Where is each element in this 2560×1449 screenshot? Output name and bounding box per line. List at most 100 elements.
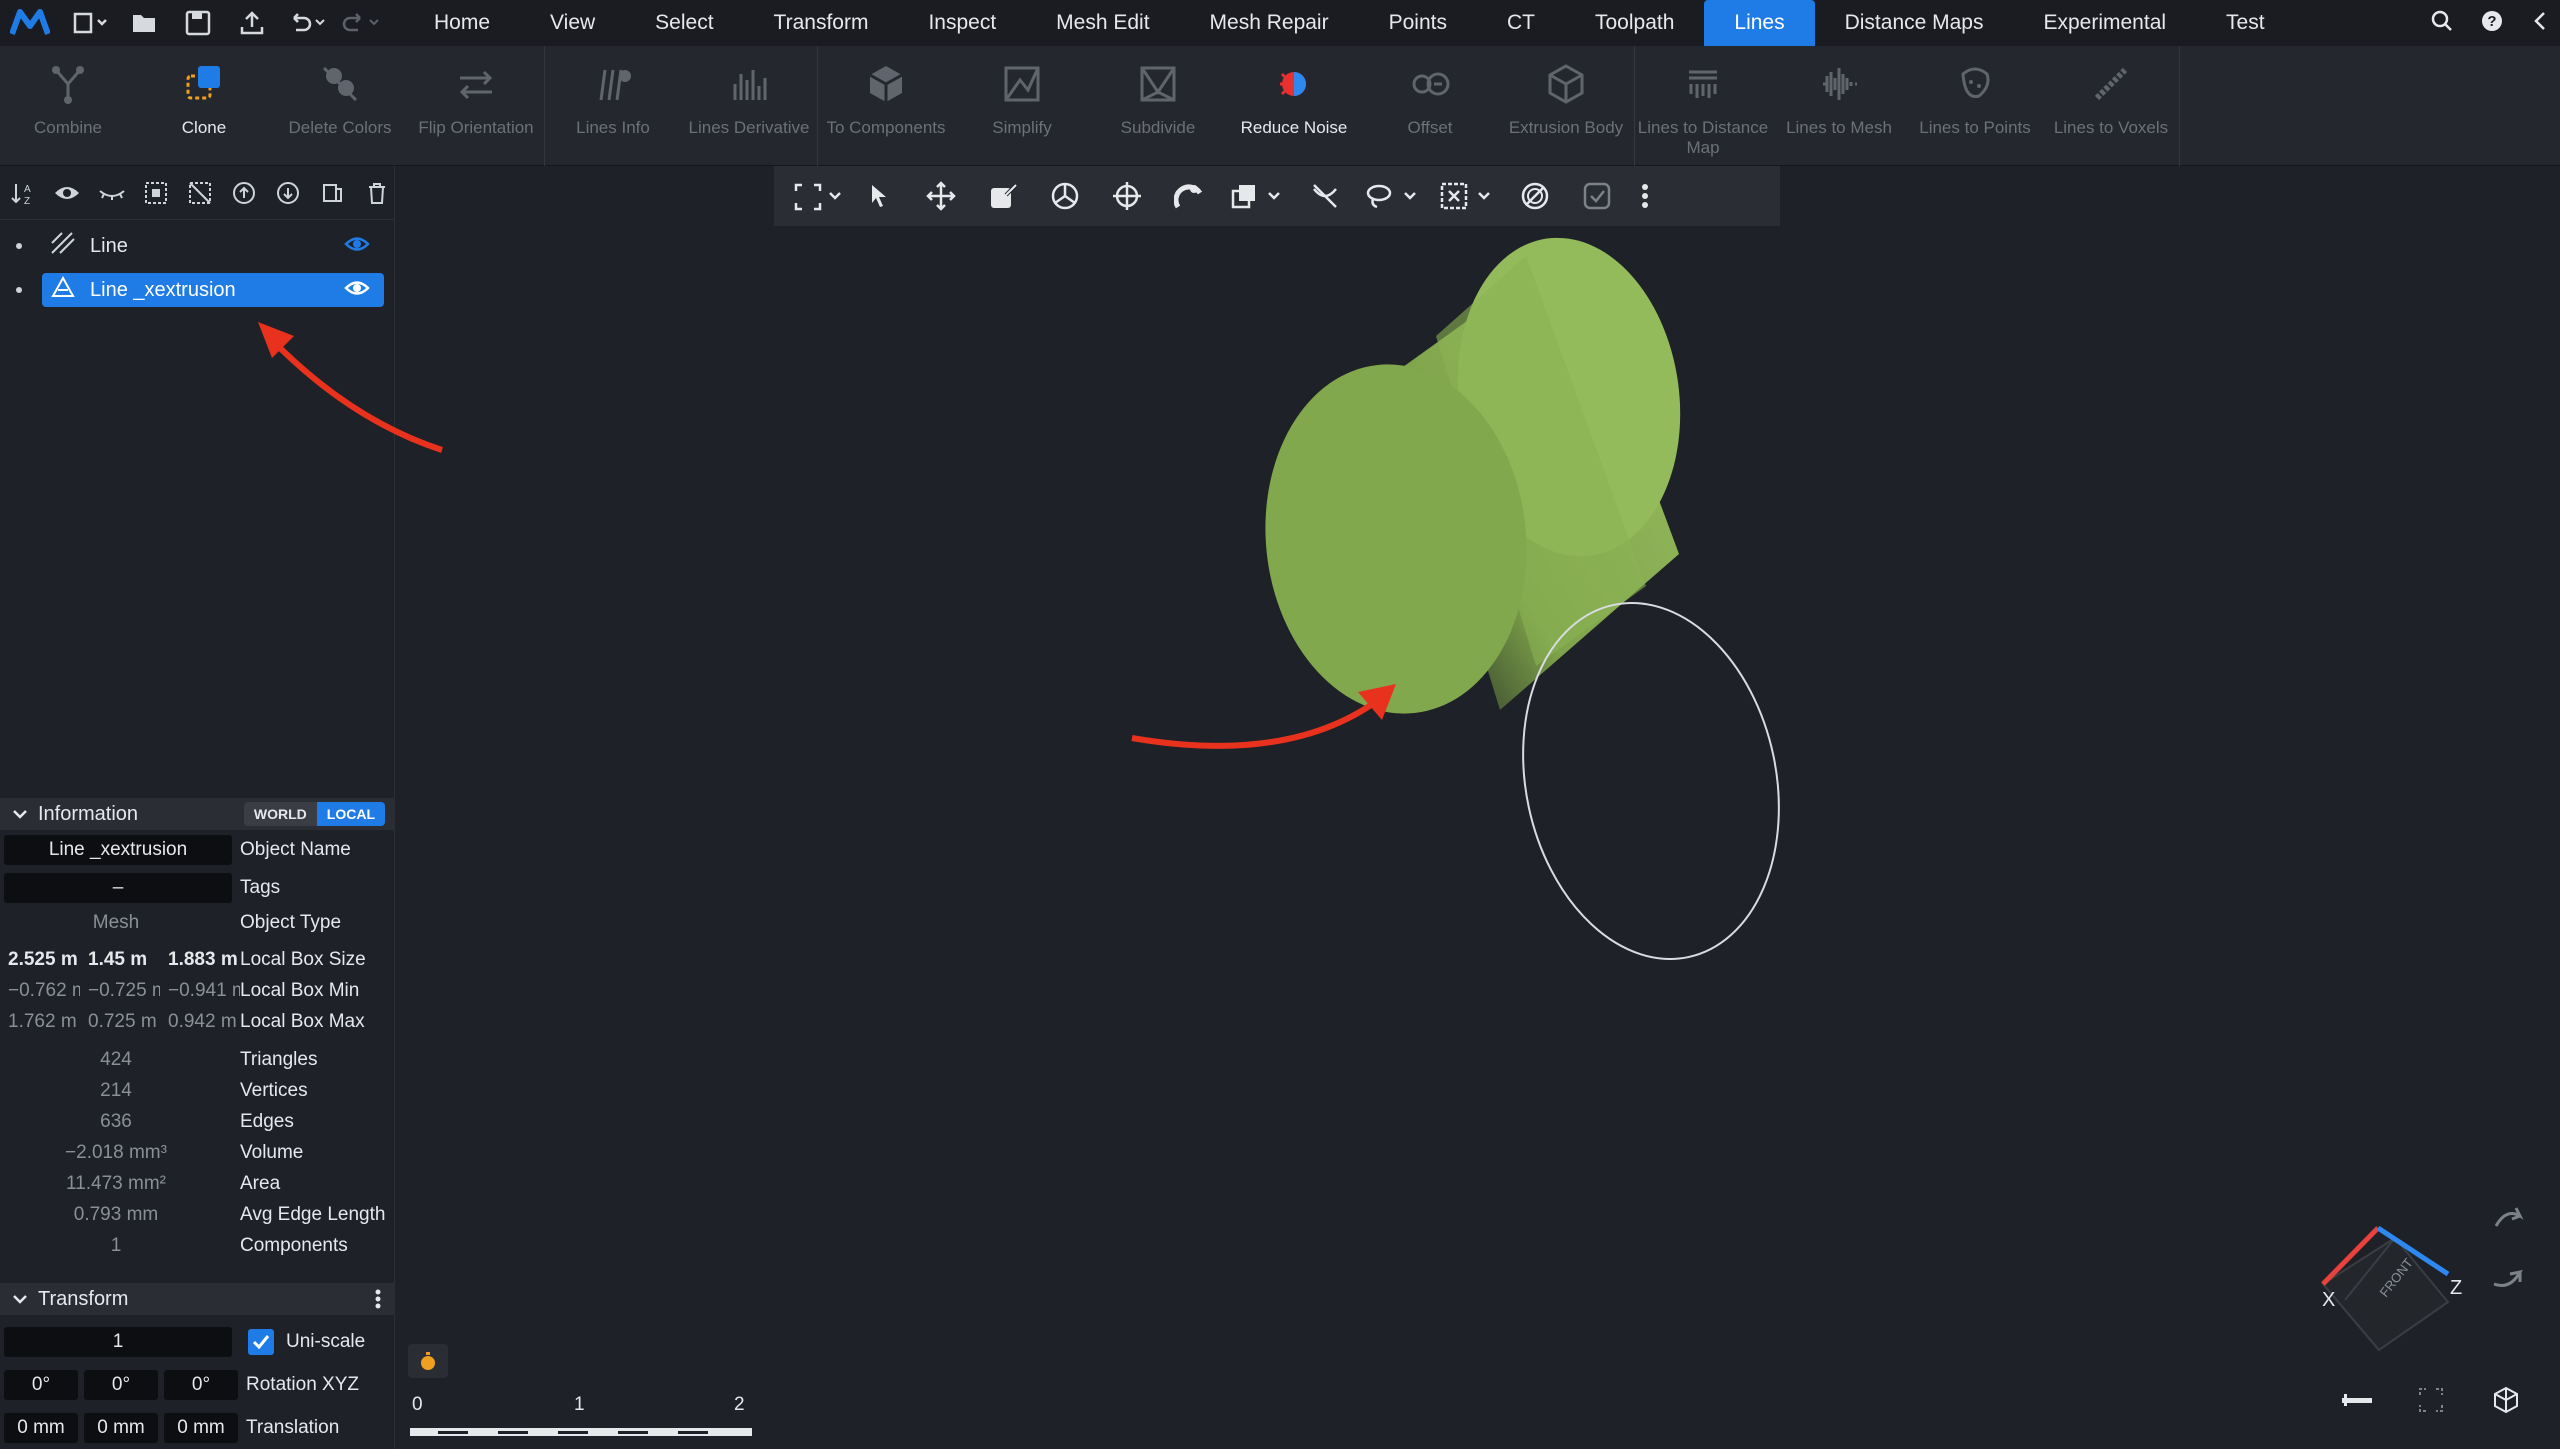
ribbon-toolbar: Combine Clone Delete Colors Flip Orientatio… bbox=[0, 46, 2560, 166]
box-min-y: −0.725 m bbox=[88, 980, 160, 1001]
scene-item-line-xextrusion[interactable]: Line _xextrusion bbox=[10, 272, 384, 308]
transform-header[interactable]: Transform bbox=[0, 1283, 395, 1315]
tab-test[interactable]: Test bbox=[2196, 0, 2295, 46]
clone-button[interactable]: Clone bbox=[136, 46, 272, 166]
new-scene-icon[interactable] bbox=[66, 5, 114, 41]
box-size-z: 1.883 m bbox=[168, 949, 238, 970]
tab-distance-maps[interactable]: Distance Maps bbox=[1815, 0, 2014, 46]
more-options-icon[interactable] bbox=[375, 1288, 381, 1316]
move-up-icon[interactable] bbox=[227, 175, 261, 211]
visibility-eye-icon[interactable] bbox=[344, 278, 370, 304]
translation-y-field[interactable]: 0 mm bbox=[84, 1413, 158, 1443]
tab-home[interactable]: Home bbox=[404, 0, 520, 46]
collapse-panel-icon[interactable] bbox=[2530, 9, 2550, 38]
redo-icon[interactable] bbox=[336, 5, 384, 41]
flip-orientation-button[interactable]: Flip Orientation bbox=[408, 46, 544, 166]
svg-text:A: A bbox=[24, 184, 31, 195]
lines-to-mesh-button[interactable]: Lines to Mesh bbox=[1771, 46, 1907, 166]
paint-select-icon[interactable] bbox=[974, 171, 1032, 221]
local-toggle[interactable]: LOCAL bbox=[316, 802, 385, 826]
uniscale-checkbox[interactable] bbox=[248, 1329, 274, 1355]
app-logo-icon[interactable] bbox=[10, 0, 50, 46]
tab-transform[interactable]: Transform bbox=[744, 0, 899, 46]
hide-all-icon[interactable] bbox=[94, 175, 128, 211]
duplicate-icon[interactable] bbox=[316, 175, 350, 211]
tab-mesh-edit[interactable]: Mesh Edit bbox=[1026, 0, 1179, 46]
tab-points[interactable]: Points bbox=[1359, 0, 1477, 46]
box-deselect-icon[interactable] bbox=[1432, 171, 1502, 221]
tab-experimental[interactable]: Experimental bbox=[2013, 0, 2196, 46]
scene-item-line[interactable]: Line bbox=[10, 228, 384, 264]
fit-view-icon[interactable] bbox=[788, 171, 846, 221]
tab-toolpath[interactable]: Toolpath bbox=[1565, 0, 1704, 46]
hide-faces-icon[interactable] bbox=[1296, 171, 1354, 221]
delete-icon[interactable] bbox=[360, 175, 394, 211]
search-icon[interactable] bbox=[2430, 9, 2454, 38]
view-cube[interactable]: FRONT X Z bbox=[2321, 1207, 2524, 1352]
clone-icon bbox=[182, 62, 226, 106]
rotate-view-icon[interactable] bbox=[1036, 171, 1094, 221]
fullscreen-icon[interactable] bbox=[2407, 1380, 2455, 1420]
tab-lines[interactable]: Lines bbox=[1704, 0, 1815, 46]
select-all-icon[interactable] bbox=[139, 175, 173, 211]
lines-derivative-button[interactable]: Lines Derivative bbox=[681, 46, 817, 166]
information-header[interactable]: Information WORLD LOCAL bbox=[0, 798, 395, 830]
tab-inspect[interactable]: Inspect bbox=[898, 0, 1026, 46]
scene-toolbar: AZ bbox=[0, 166, 394, 220]
ruler-icon[interactable] bbox=[2333, 1380, 2381, 1420]
translation-z-field[interactable]: 0 mm bbox=[164, 1413, 238, 1443]
to-components-button[interactable]: To Components bbox=[818, 46, 954, 166]
world-toggle[interactable]: WORLD bbox=[243, 802, 317, 826]
tags-field[interactable]: – bbox=[4, 873, 232, 903]
delete-colors-button[interactable]: Delete Colors bbox=[272, 46, 408, 166]
viewport-3d[interactable]: FRONT X Z bbox=[396, 226, 2560, 1449]
object-name-label: Object Name bbox=[240, 839, 351, 860]
rotate-ccw-icon[interactable] bbox=[2493, 1269, 2523, 1287]
tab-select[interactable]: Select bbox=[625, 0, 743, 46]
combine-button[interactable]: Combine bbox=[0, 46, 136, 166]
rotation-x-field[interactable]: 0° bbox=[4, 1370, 78, 1400]
confirm-icon[interactable] bbox=[1568, 171, 1626, 221]
deselect-icon[interactable] bbox=[183, 175, 217, 211]
rotation-y-field[interactable]: 0° bbox=[84, 1370, 158, 1400]
sort-icon[interactable]: AZ bbox=[6, 175, 40, 211]
more-vertical-icon[interactable] bbox=[1630, 171, 1660, 221]
timer-icon[interactable] bbox=[408, 1344, 448, 1378]
lines-to-distance-map-button[interactable]: Lines to Distance Map bbox=[1635, 46, 1771, 166]
tab-ct[interactable]: CT bbox=[1477, 0, 1565, 46]
reduce-noise-button[interactable]: Reduce Noise bbox=[1226, 46, 1362, 166]
move-icon[interactable] bbox=[912, 171, 970, 221]
extrusion-body-button[interactable]: Extrusion Body bbox=[1498, 46, 1634, 166]
select-pointer-icon[interactable] bbox=[850, 171, 908, 221]
simplify-button[interactable]: Simplify bbox=[954, 46, 1090, 166]
lasso-select-icon[interactable] bbox=[1358, 171, 1428, 221]
rotation-z-field[interactable]: 0° bbox=[164, 1370, 238, 1400]
area-row: 11.473 mm² Area bbox=[0, 1168, 395, 1200]
export-icon[interactable] bbox=[228, 5, 276, 41]
lines-to-voxels-button[interactable]: Lines to Voxels bbox=[2043, 46, 2179, 166]
object-name-field[interactable]: Line _xextrusion bbox=[4, 835, 232, 865]
volume-row: −2.018 mm³ Volume bbox=[0, 1137, 395, 1169]
transform-gizmo-icon[interactable] bbox=[1098, 171, 1156, 221]
move-down-icon[interactable] bbox=[271, 175, 305, 211]
camera-view-icon[interactable] bbox=[2482, 1380, 2530, 1420]
rotate-cw-icon[interactable] bbox=[2494, 1207, 2524, 1227]
visibility-eye-icon[interactable] bbox=[344, 234, 370, 260]
show-all-icon[interactable] bbox=[50, 175, 84, 211]
undo-icon[interactable] bbox=[282, 5, 330, 41]
clip-plane-icon[interactable] bbox=[1222, 171, 1292, 221]
scale-field[interactable]: 1 bbox=[4, 1327, 232, 1357]
tab-view[interactable]: View bbox=[520, 0, 625, 46]
subdivide-button[interactable]: Subdivide bbox=[1090, 46, 1226, 166]
disable-icon[interactable] bbox=[1506, 171, 1564, 221]
offset-button[interactable]: Offset bbox=[1362, 46, 1498, 166]
tab-mesh-repair[interactable]: Mesh Repair bbox=[1180, 0, 1359, 46]
translation-x-field[interactable]: 0 mm bbox=[4, 1413, 78, 1443]
lines-to-points-button[interactable]: Lines to Points bbox=[1907, 46, 2043, 166]
open-folder-icon[interactable] bbox=[120, 5, 168, 41]
save-icon[interactable] bbox=[174, 5, 222, 41]
help-icon[interactable]: ? bbox=[2480, 9, 2504, 38]
lines-info-button[interactable]: Lines Info bbox=[545, 46, 681, 166]
cylinder-mesh[interactable] bbox=[1248, 226, 1700, 727]
measure-icon[interactable] bbox=[1160, 171, 1218, 221]
